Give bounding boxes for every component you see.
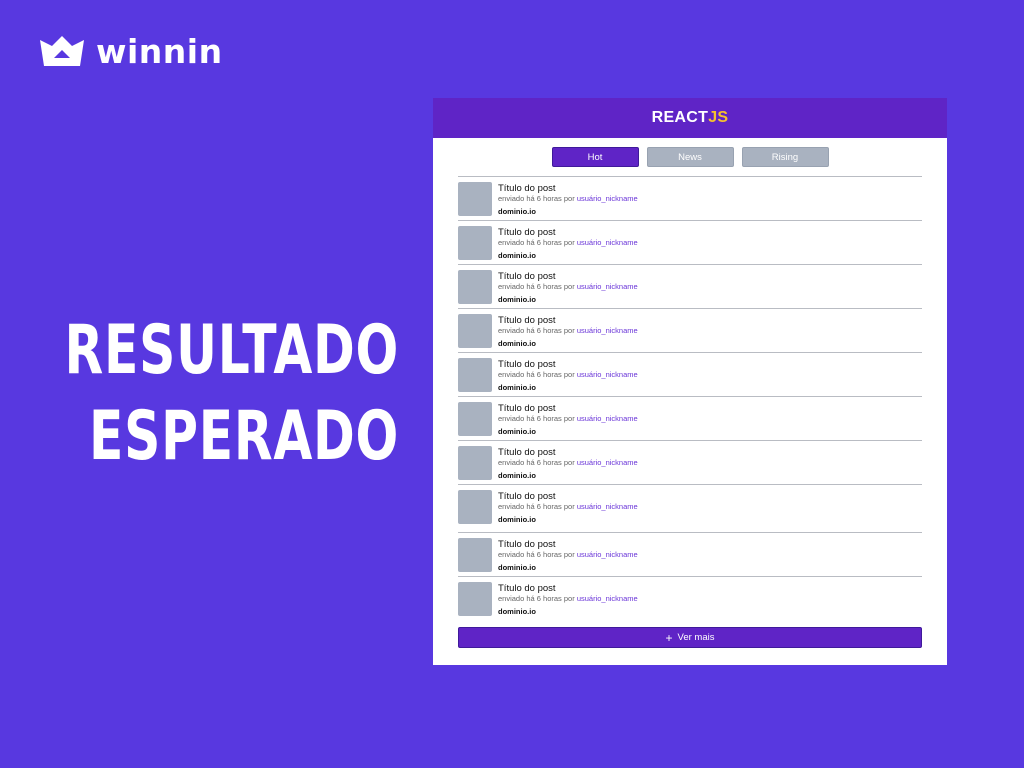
post-sent-text: enviado há 6 horas por (498, 414, 575, 423)
post-sent-text: enviado há 6 horas por (498, 194, 575, 203)
post-meta: Título do post enviado há 6 horas por usu… (498, 227, 638, 261)
post-subtitle: enviado há 6 horas por usuário_nickname (498, 238, 638, 248)
post-thumbnail[interactable] (458, 582, 492, 616)
post-user-link[interactable]: usuário_nickname (577, 370, 638, 379)
post-sent-text: enviado há 6 horas por (498, 282, 575, 291)
post-domain[interactable]: dominio.io (498, 383, 638, 393)
post-subtitle: enviado há 6 horas por usuário_nickname (498, 370, 638, 380)
post-subtitle: enviado há 6 horas por usuário_nickname (498, 502, 638, 512)
post-sent-text: enviado há 6 horas por (498, 458, 575, 467)
post-item[interactable]: Título do post enviado há 6 horas por usu… (458, 264, 922, 308)
post-item[interactable]: Título do post enviado há 6 horas por usu… (458, 576, 922, 620)
post-title[interactable]: Título do post (498, 403, 638, 414)
post-sent-text: enviado há 6 horas por (498, 370, 575, 379)
app-logo-js: JS (708, 109, 729, 126)
post-thumbnail[interactable] (458, 402, 492, 436)
app-logo[interactable]: REACTJS (652, 109, 729, 127)
post-item[interactable]: Título do post enviado há 6 horas por usu… (458, 396, 922, 440)
post-meta: Título do post enviado há 6 horas por usu… (498, 271, 638, 305)
tab-rising[interactable]: Rising (741, 147, 829, 167)
post-title[interactable]: Título do post (498, 447, 638, 458)
post-meta: Título do post enviado há 6 horas por usu… (498, 183, 638, 217)
post-user-link[interactable]: usuário_nickname (577, 502, 638, 511)
post-subtitle: enviado há 6 horas por usuário_nickname (498, 458, 638, 468)
post-sent-text: enviado há 6 horas por (498, 594, 575, 603)
post-user-link[interactable]: usuário_nickname (577, 458, 638, 467)
brand-logo: winnin (38, 34, 223, 68)
post-title[interactable]: Título do post (498, 271, 638, 282)
post-thumbnail[interactable] (458, 538, 492, 572)
post-thumbnail[interactable] (458, 270, 492, 304)
post-item[interactable]: Título do post enviado há 6 horas por usu… (458, 220, 922, 264)
post-domain[interactable]: dominio.io (498, 207, 638, 217)
post-meta: Título do post enviado há 6 horas por usu… (498, 583, 638, 617)
post-domain[interactable]: dominio.io (498, 563, 638, 573)
post-subtitle: enviado há 6 horas por usuário_nickname (498, 282, 638, 292)
post-user-link[interactable]: usuário_nickname (577, 414, 638, 423)
post-thumbnail[interactable] (458, 182, 492, 216)
post-sent-text: enviado há 6 horas por (498, 238, 575, 247)
headline: RESULTADO ESPERADO (64, 308, 399, 480)
post-title[interactable]: Título do post (498, 315, 638, 326)
post-meta: Título do post enviado há 6 horas por usu… (498, 359, 638, 393)
ver-mais-label: Ver mais (677, 632, 715, 643)
post-item[interactable]: Título do post enviado há 6 horas por usu… (458, 176, 922, 220)
post-item[interactable]: Título do post enviado há 6 horas por usu… (458, 440, 922, 484)
post-thumbnail[interactable] (458, 358, 492, 392)
ver-mais-button[interactable]: + Ver mais (458, 627, 922, 648)
post-domain[interactable]: dominio.io (498, 471, 638, 481)
post-subtitle: enviado há 6 horas por usuário_nickname (498, 414, 638, 424)
post-domain[interactable]: dominio.io (498, 295, 638, 305)
post-title[interactable]: Título do post (498, 227, 638, 238)
headline-line-2: ESPERADO (88, 397, 399, 476)
post-subtitle: enviado há 6 horas por usuário_nickname (498, 550, 638, 560)
post-title[interactable]: Título do post (498, 583, 638, 594)
post-item[interactable]: Título do post enviado há 6 horas por usu… (458, 308, 922, 352)
post-title[interactable]: Título do post (498, 359, 638, 370)
post-title[interactable]: Título do post (498, 491, 638, 502)
plus-icon: + (665, 630, 673, 645)
post-domain[interactable]: dominio.io (498, 515, 638, 525)
post-title[interactable]: Título do post (498, 183, 638, 194)
app-preview: REACTJS Hot News Rising Título do post en… (433, 98, 947, 665)
post-meta: Título do post enviado há 6 horas por usu… (498, 539, 638, 573)
post-domain[interactable]: dominio.io (498, 427, 638, 437)
post-thumbnail[interactable] (458, 226, 492, 260)
post-meta: Título do post enviado há 6 horas por usu… (498, 403, 638, 437)
post-title[interactable]: Título do post (498, 539, 638, 550)
post-meta: Título do post enviado há 6 horas por usu… (498, 491, 638, 525)
post-domain[interactable]: dominio.io (498, 251, 638, 261)
post-item[interactable]: Título do post enviado há 6 horas por usu… (458, 352, 922, 396)
post-sent-text: enviado há 6 horas por (498, 550, 575, 559)
post-list: Título do post enviado há 6 horas por usu… (458, 176, 922, 620)
post-sent-text: enviado há 6 horas por (498, 502, 575, 511)
app-header: REACTJS (433, 98, 947, 138)
app-logo-react: REACT (651, 109, 709, 126)
post-item[interactable]: Título do post enviado há 6 horas por usu… (458, 484, 922, 532)
tab-hot[interactable]: Hot (551, 147, 639, 167)
headline-line-1: RESULTADO (64, 311, 399, 390)
post-thumbnail[interactable] (458, 490, 492, 524)
post-meta: Título do post enviado há 6 horas por usu… (498, 447, 638, 481)
post-user-link[interactable]: usuário_nickname (577, 282, 638, 291)
post-user-link[interactable]: usuário_nickname (577, 238, 638, 247)
post-subtitle: enviado há 6 horas por usuário_nickname (498, 194, 638, 204)
post-domain[interactable]: dominio.io (498, 607, 638, 617)
post-thumbnail[interactable] (458, 314, 492, 348)
tab-bar: Hot News Rising (433, 147, 947, 167)
tab-news[interactable]: News (646, 147, 734, 167)
post-user-link[interactable]: usuário_nickname (577, 550, 638, 559)
post-domain[interactable]: dominio.io (498, 339, 638, 349)
post-user-link[interactable]: usuário_nickname (577, 594, 638, 603)
post-subtitle: enviado há 6 horas por usuário_nickname (498, 326, 638, 336)
post-item[interactable]: Título do post enviado há 6 horas por usu… (458, 532, 922, 576)
post-sent-text: enviado há 6 horas por (498, 326, 575, 335)
post-meta: Título do post enviado há 6 horas por usu… (498, 315, 638, 349)
brand-name: winnin (96, 31, 223, 71)
post-thumbnail[interactable] (458, 446, 492, 480)
post-user-link[interactable]: usuário_nickname (577, 326, 638, 335)
post-subtitle: enviado há 6 horas por usuário_nickname (498, 594, 638, 604)
crown-icon (40, 36, 84, 66)
post-user-link[interactable]: usuário_nickname (577, 194, 638, 203)
